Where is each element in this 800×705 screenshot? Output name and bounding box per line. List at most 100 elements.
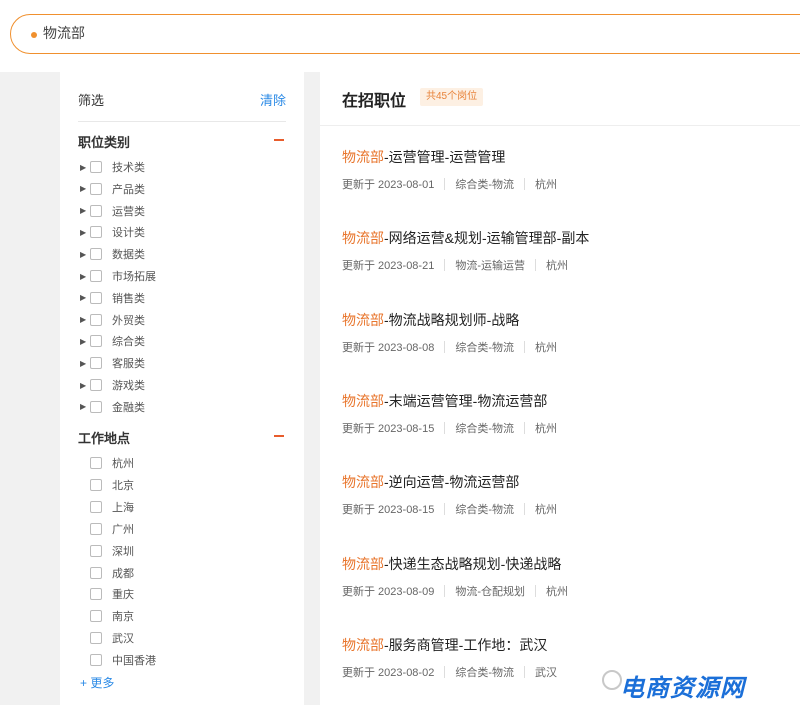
job-date: 更新于 2023-08-09 — [342, 585, 435, 598]
checkbox[interactable] — [90, 335, 102, 348]
category-option[interactable]: ▶ 金融类 — [80, 397, 145, 417]
category-option[interactable]: ▶ 数据类 — [80, 244, 145, 264]
job-title[interactable]: 物流部-快递生态战略规划-快递战略 — [342, 554, 782, 574]
job-item[interactable]: 物流部-快递生态战略规划-快递战略 更新于 2023-08-09 物流-仓配规划 杭州 — [342, 554, 782, 614]
collapse-category-icon[interactable] — [274, 139, 284, 141]
job-title[interactable]: 物流部-网络运营&规划-运输管理部-副本 — [342, 228, 782, 248]
expand-triangle-icon[interactable]: ▶ — [80, 206, 90, 215]
category-option-label: 外贸类 — [112, 314, 145, 327]
checkbox[interactable] — [90, 248, 102, 261]
checkbox[interactable] — [90, 632, 102, 645]
expand-triangle-icon[interactable]: ▶ — [80, 184, 90, 193]
job-title[interactable]: 物流部-逆向运营-物流运营部 — [342, 472, 782, 492]
job-city: 武汉 — [535, 666, 557, 679]
location-option[interactable]: 上海 — [80, 497, 134, 517]
checkbox[interactable] — [90, 357, 102, 370]
location-option[interactable]: 南京 — [80, 606, 134, 626]
expand-triangle-icon[interactable]: ▶ — [80, 359, 90, 368]
location-option[interactable]: 深圳 — [80, 541, 134, 561]
search-box[interactable] — [10, 14, 800, 54]
checkbox[interactable] — [90, 544, 102, 557]
job-city: 杭州 — [535, 504, 557, 517]
category-option[interactable]: ▶ 销售类 — [80, 288, 145, 308]
job-meta: 更新于 2023-08-01 综合类-物流 杭州 — [342, 176, 782, 192]
divider — [444, 665, 446, 678]
job-item[interactable]: 物流部-逆向运营-物流运营部 更新于 2023-08-15 综合类-物流 杭州 — [342, 472, 782, 532]
expand-triangle-icon[interactable]: ▶ — [80, 381, 90, 390]
checkbox[interactable] — [90, 291, 102, 304]
watermark-logo-icon — [602, 670, 622, 690]
category-option[interactable]: ▶ 外贸类 — [80, 310, 145, 330]
category-option[interactable]: ▶ 设计类 — [80, 222, 145, 242]
job-title-rest: -快递生态战略规划-快递战略 — [384, 555, 562, 572]
more-locations-link[interactable]: + 更多 — [80, 674, 114, 691]
expand-triangle-icon[interactable]: ▶ — [80, 293, 90, 302]
checkbox[interactable] — [90, 457, 102, 469]
clear-filters-button[interactable]: 清除 — [260, 90, 286, 109]
divider — [524, 665, 525, 678]
location-option[interactable]: 北京 — [80, 475, 134, 495]
location-option[interactable]: 广州 — [80, 519, 134, 539]
category-option[interactable]: ▶ 市场拓展 — [80, 266, 156, 286]
job-item[interactable]: 物流部-末端运营管理-物流运营部更新于 2023-08-15 综合类-物流 杭州 — [342, 391, 782, 451]
location-option[interactable]: 武汉 — [80, 628, 134, 648]
job-title[interactable]: 物流部-末端运营管理-物流运营部 — [342, 391, 782, 411]
job-title[interactable]: 物流部-物流战略规划师-战略 — [342, 310, 782, 330]
checkbox[interactable] — [90, 161, 102, 173]
job-title[interactable]: 物流部-运营管理-运营管理 — [342, 147, 782, 167]
job-item[interactable]: 物流部-运营管理-运营管理更新于 2023-08-01 综合类-物流 杭州 — [342, 147, 782, 207]
checkbox[interactable] — [90, 313, 102, 326]
location-option[interactable]: 重庆 — [80, 584, 134, 604]
expand-triangle-icon[interactable]: ▶ — [80, 163, 90, 172]
category-option[interactable]: ▶ 客服类 — [80, 353, 145, 373]
job-city: 杭州 — [535, 341, 557, 354]
location-option-label: 中国香港 — [112, 655, 156, 668]
checkbox[interactable] — [90, 182, 102, 195]
job-title-highlight: 物流部 — [342, 311, 384, 328]
job-category: 综合类-物流 — [455, 341, 514, 354]
category-option[interactable]: ▶ 游戏类 — [80, 375, 145, 395]
checkbox[interactable] — [90, 500, 102, 513]
category-option[interactable]: ▶ 综合类 — [80, 331, 145, 351]
expand-triangle-icon[interactable]: ▶ — [80, 272, 90, 281]
category-option[interactable]: ▶ 运营类 — [80, 201, 145, 221]
expand-triangle-icon[interactable]: ▶ — [80, 228, 90, 237]
location-option[interactable]: 杭州 — [80, 453, 134, 473]
checkbox[interactable] — [90, 588, 102, 601]
checkbox[interactable] — [90, 522, 102, 535]
category-option[interactable]: ▶ 技术类 — [80, 157, 145, 177]
location-option[interactable]: 成都 — [80, 563, 134, 583]
checkbox[interactable] — [90, 654, 102, 667]
job-date: 更新于 2023-08-15 — [342, 504, 435, 517]
category-option-label: 金融类 — [112, 401, 145, 414]
expand-triangle-icon[interactable]: ▶ — [80, 315, 90, 324]
expand-triangle-icon[interactable]: ▶ — [80, 337, 90, 346]
job-title-rest: -服务商管理-工作地：武汉 — [384, 636, 548, 653]
checkbox[interactable] — [90, 379, 102, 391]
divider — [524, 340, 525, 353]
expand-triangle-icon[interactable]: ▶ — [80, 402, 90, 411]
job-title[interactable]: 物流部-服务商管理-工作地：武汉 — [342, 635, 782, 655]
location-option[interactable]: 中国香港 — [80, 650, 156, 670]
location-group-title: 工作地点 — [78, 431, 131, 446]
expand-triangle-icon[interactable]: ▶ — [80, 250, 90, 259]
checkbox[interactable] — [90, 566, 102, 579]
category-option[interactable]: ▶ 产品类 — [80, 179, 145, 199]
checkbox[interactable] — [90, 204, 102, 217]
checkbox[interactable] — [90, 610, 102, 623]
job-item[interactable]: 物流部-网络运营&规划-运输管理部-副本 更新于 2023-08-21 物流-运输运… — [342, 228, 782, 288]
job-title-rest: -运营管理-运营管理 — [384, 149, 506, 165]
job-list-header: 在招职位 共45个岗位 — [320, 72, 800, 126]
job-meta: 更新于 2023-08-15 综合类-物流 杭州 — [342, 420, 782, 436]
checkbox[interactable] — [90, 226, 102, 239]
checkbox[interactable] — [90, 270, 102, 282]
job-count-badge: 共45个岗位 — [420, 88, 484, 106]
search-input[interactable] — [43, 25, 343, 41]
location-option-label: 重庆 — [112, 589, 134, 602]
checkbox[interactable] — [90, 400, 102, 413]
checkbox[interactable] — [90, 478, 102, 491]
job-title-highlight: 物流部 — [342, 636, 384, 653]
job-item[interactable]: 物流部-物流战略规划师-战略 更新于 2023-08-08 综合类-物流 杭州 — [342, 310, 782, 370]
job-date: 更新于 2023-08-21 — [342, 260, 435, 273]
collapse-location-icon[interactable] — [274, 435, 284, 437]
